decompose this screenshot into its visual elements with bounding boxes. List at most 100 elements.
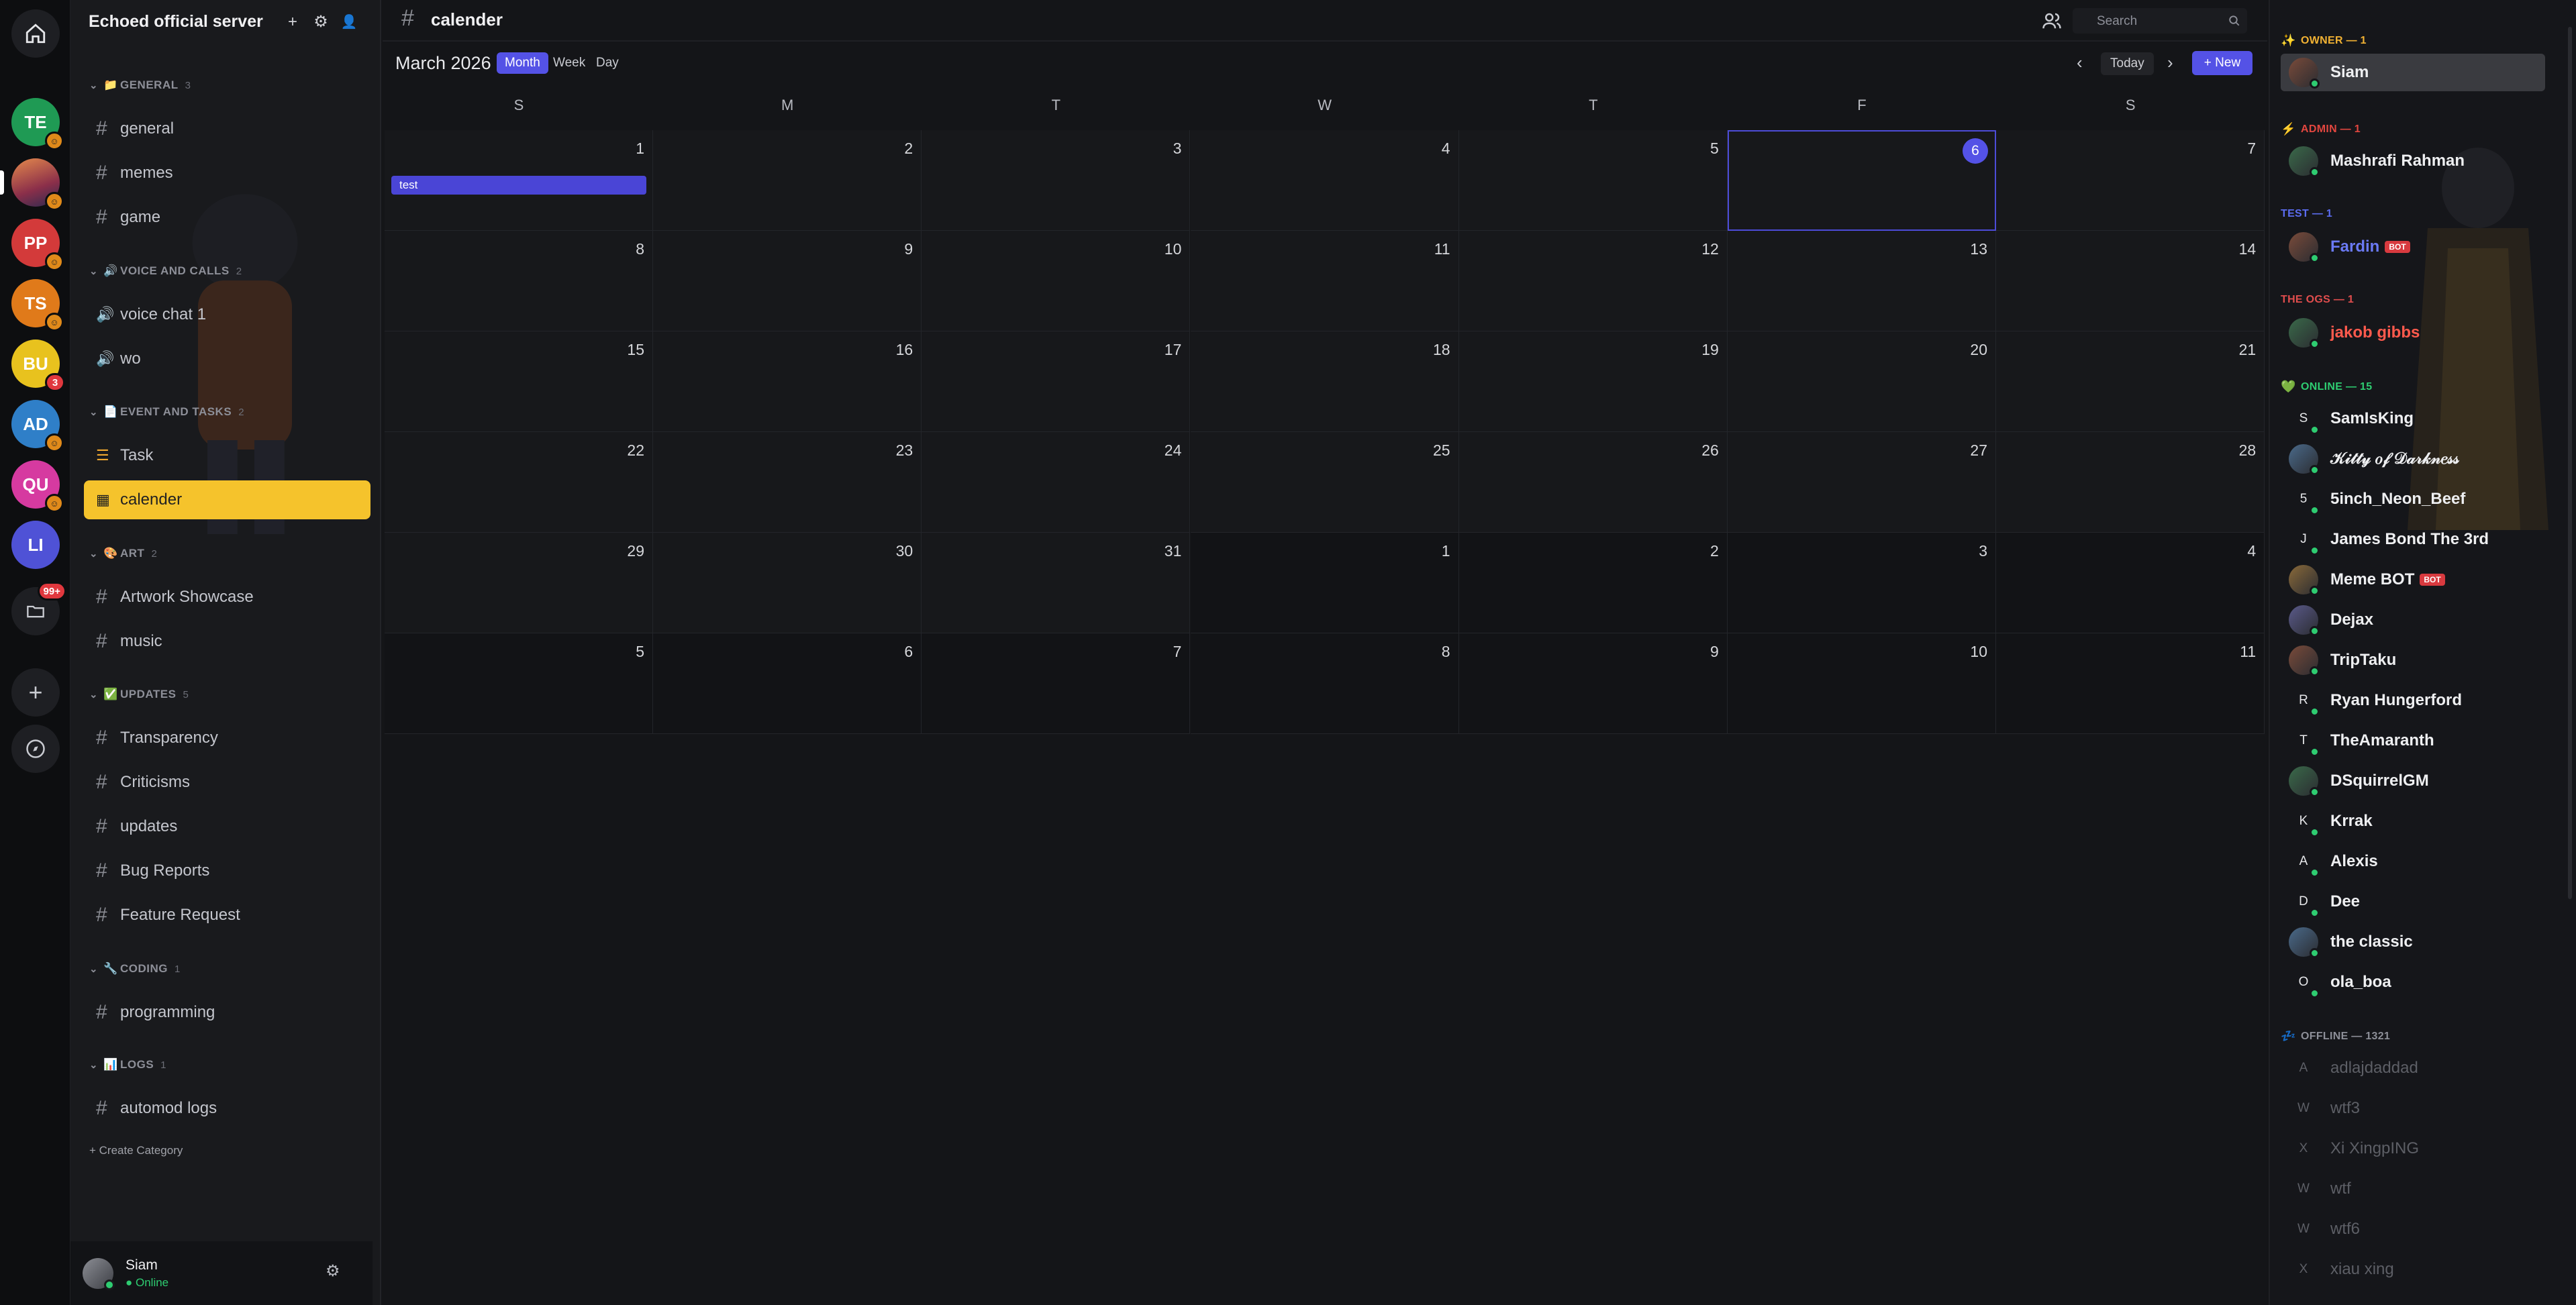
channel-calender[interactable]: ▦ calender [84, 480, 370, 519]
channel-voice-chat-1[interactable]: 🔊 voice chat 1 [84, 295, 370, 334]
add-channel-icon[interactable]: + [284, 13, 301, 31]
member-item[interactable]: DSquirrelGM [2281, 762, 2545, 800]
calendar-day-cell[interactable]: 5 [1458, 130, 1728, 231]
calendar-day-cell[interactable]: 1 test [385, 130, 653, 231]
member-item[interactable]: A Alexis [2281, 843, 2545, 880]
server-header[interactable]: Echoed official server [70, 0, 380, 43]
calendar-day-cell[interactable]: 5 [385, 633, 653, 734]
home-button[interactable] [11, 9, 60, 58]
calendar-day-cell[interactable]: 13 [1728, 231, 1996, 331]
view-day-button[interactable]: Day [588, 52, 627, 74]
calendar-day-cell[interactable]: 22 [385, 432, 653, 533]
next-month-chevron-icon[interactable]: › [2167, 52, 2173, 73]
server-icon-ad[interactable]: AD ☺ [11, 400, 64, 452]
channel-task[interactable]: ☰ Task [84, 436, 370, 475]
member-item[interactable]: J James Bond The 3rd [2281, 521, 2545, 558]
calendar-day-cell[interactable]: 11 [1996, 633, 2265, 734]
add-server-button[interactable]: + [11, 668, 60, 717]
calendar-day-cell[interactable]: 15 [385, 331, 653, 432]
channel-game[interactable]: # game [84, 198, 370, 237]
server-icon-qu[interactable]: QU ☺ [11, 460, 64, 513]
category-logs[interactable]: ⌄ 📊 LOGS 1 [89, 1057, 166, 1073]
channel-automod-logs[interactable]: # automod logs [84, 1089, 370, 1128]
calendar-day-cell[interactable]: 10 [1728, 633, 1996, 734]
member-item[interactable]: jakob gibbs [2281, 314, 2545, 352]
invite-user-icon[interactable]: 👤 [340, 13, 358, 31]
member-item[interactable]: Siam [2281, 54, 2545, 91]
channel-general[interactable]: # general [84, 109, 370, 148]
category-general[interactable]: ⌄ 📁 GENERAL 3 [89, 77, 191, 93]
calendar-day-cell[interactable]: 6 [653, 633, 922, 734]
avatar[interactable] [83, 1257, 115, 1290]
calendar-day-cell[interactable]: 27 [1728, 432, 1996, 533]
calendar-day-cell[interactable]: 16 [653, 331, 922, 432]
calendar-day-cell[interactable]: 19 [1458, 331, 1728, 432]
channel-transparency[interactable]: # Transparency [84, 719, 370, 758]
category-event-and-tasks[interactable]: ⌄ 📄 EVENT AND TASKS 2 [89, 404, 244, 420]
member-item[interactable]: Dejax [2281, 601, 2545, 639]
member-item[interactable]: Aadlajdaddad [2281, 1049, 2545, 1087]
calendar-event[interactable]: test [391, 176, 646, 195]
member-item[interactable]: S SamIsKing [2281, 400, 2545, 437]
member-item[interactable]: K Krrak [2281, 802, 2545, 840]
search-input[interactable]: Search [2073, 8, 2247, 34]
calendar-day-cell[interactable]: 26 [1458, 432, 1728, 533]
member-item[interactable]: Oola_boa [2281, 963, 2545, 1001]
category-updates[interactable]: ⌄ ✅ UPDATES 5 [89, 686, 189, 702]
new-event-button[interactable]: + New [2192, 51, 2252, 75]
gear-icon[interactable]: ⚙ [312, 13, 330, 31]
member-item[interactable]: Meme BOT BOT [2281, 561, 2545, 598]
calendar-day-cell[interactable]: 7 [1996, 130, 2265, 231]
member-item[interactable]: Wwtf3 [2281, 1090, 2545, 1127]
member-item[interactable]: the classic [2281, 923, 2545, 961]
member-item[interactable]: X Xi XingpING [2281, 1130, 2545, 1167]
calendar-day-cell[interactable]: 9 [653, 231, 922, 331]
calendar-day-cell[interactable]: 11 [1190, 231, 1459, 331]
member-item[interactable]: 5 5inch_Neon_Beef [2281, 480, 2545, 518]
server-icon-pp[interactable]: PP ☺ [11, 219, 64, 271]
calendar-day-cell[interactable]: 10 [922, 231, 1191, 331]
member-item[interactable]: Fardin BOT [2281, 228, 2545, 266]
member-item[interactable]: TripTaku [2281, 641, 2545, 679]
channel-wo[interactable]: 🔊 wo [84, 340, 370, 378]
calendar-day-cell[interactable]: 31 [922, 533, 1191, 633]
calendar-day-cell[interactable]: 4 [1190, 130, 1459, 231]
calendar-day-cell[interactable]: 29 [385, 533, 653, 633]
member-item[interactable]: T TheAmaranth [2281, 722, 2545, 760]
member-item[interactable]: R Ryan Hungerford [2281, 682, 2545, 719]
server-icon-li[interactable]: LI [11, 521, 60, 569]
server-icon-te[interactable]: TE ☺ [11, 98, 64, 150]
calendar-day-cell[interactable]: 8 [1190, 633, 1459, 734]
user-settings-gear-icon[interactable]: ⚙ [326, 1261, 340, 1281]
channel-memes[interactable]: # memes [84, 154, 370, 193]
member-item[interactable]: D Dee [2281, 883, 2545, 921]
member-item[interactable]: Mashrafi Rahman [2281, 142, 2545, 180]
calendar-day-cell[interactable]: 21 [1996, 331, 2265, 432]
today-button[interactable]: Today [2101, 52, 2154, 75]
view-month-button[interactable]: Month [497, 52, 548, 74]
member-item[interactable]: Wwtf6 [2281, 1210, 2545, 1248]
calendar-day-cell[interactable]: 3 [922, 130, 1191, 231]
channel-artwork-showcase[interactable]: # Artwork Showcase [84, 578, 370, 617]
category-art[interactable]: ⌄ 🎨 ART 2 [89, 545, 157, 562]
members-toggle-icon[interactable] [2042, 11, 2062, 31]
calendar-day-cell[interactable]: 23 [653, 432, 922, 533]
create-category-button[interactable]: + Create Category [89, 1144, 183, 1157]
member-item[interactable]: 𝒦𝒾𝓉𝓉𝓎 𝑜𝒻 𝒟𝒶𝓇𝓀𝓃𝑒𝓈𝓈 [2281, 440, 2545, 478]
member-list-scrollbar[interactable] [2568, 27, 2572, 899]
channel-feature-request[interactable]: # Feature Request [84, 896, 370, 935]
calendar-day-cell[interactable]: 12 [1458, 231, 1728, 331]
calendar-day-cell[interactable]: 24 [922, 432, 1191, 533]
calendar-day-cell[interactable]: 1 [1190, 533, 1459, 633]
calendar-day-cell[interactable]: 20 [1728, 331, 1996, 432]
server-icon-image[interactable]: ☺ [11, 158, 64, 211]
calendar-day-cell[interactable]: 9 [1458, 633, 1728, 734]
view-week-button[interactable]: Week [545, 52, 593, 74]
calendar-day-cell[interactable]: 17 [922, 331, 1191, 432]
calendar-day-cell[interactable]: 25 [1190, 432, 1459, 533]
folder-button[interactable]: 99+ [11, 582, 66, 635]
channel-updates[interactable]: # updates [84, 807, 370, 846]
calendar-day-cell[interactable]: 2 [1458, 533, 1728, 633]
calendar-day-cell[interactable]: 3 [1728, 533, 1996, 633]
calendar-day-cell[interactable]: 14 [1996, 231, 2265, 331]
